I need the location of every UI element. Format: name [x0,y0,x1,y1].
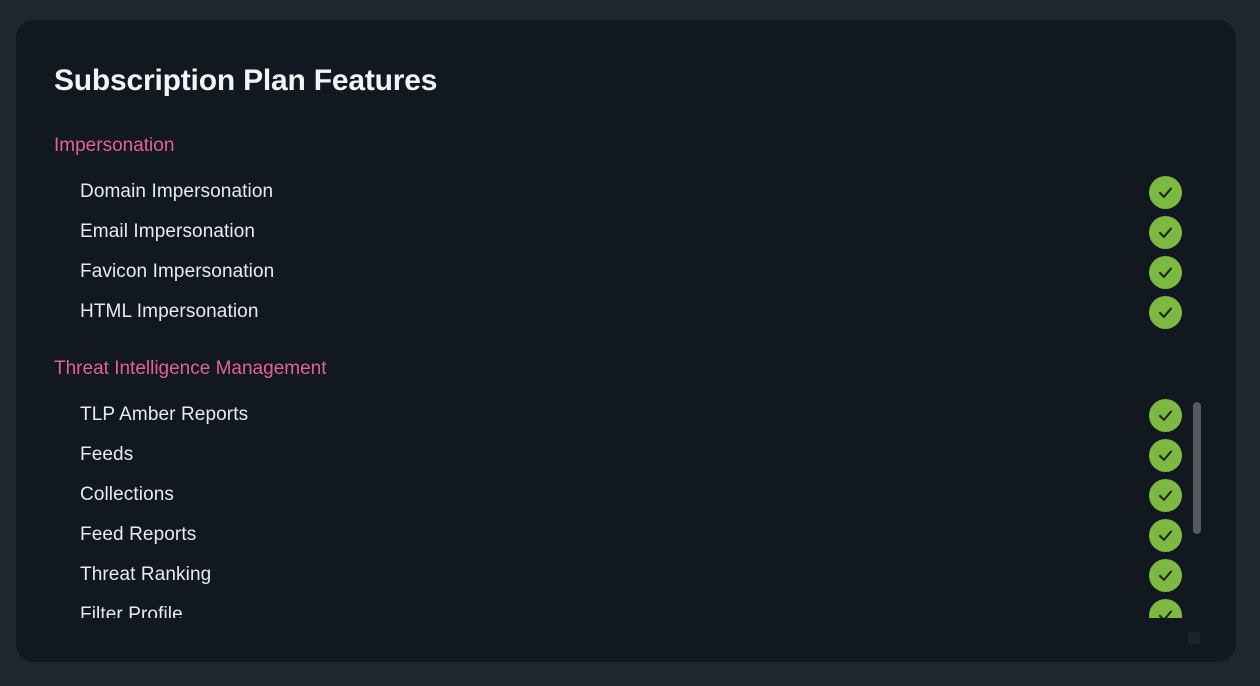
resize-grip-icon[interactable] [1188,632,1200,644]
feature-label: Collections [80,484,175,505]
page-title: Subscription Plan Features [54,64,438,97]
check-circle-icon [1149,175,1182,209]
feature-row: Feeds [16,435,1236,475]
check-circle-icon [1149,255,1182,289]
feature-row: Feed Reports [16,515,1236,555]
feature-label: Feed Reports [80,524,197,545]
check-circle-icon [1149,558,1182,592]
feature-row: Favicon Impersonation [16,252,1236,292]
card-inner: Subscription Plan Features Impersonation… [16,20,1236,662]
section-heading: Impersonation [54,135,175,156]
feature-row: HTML Impersonation [16,292,1236,332]
feature-row: Filter Profile [16,595,1236,618]
feature-label: Feeds [80,444,134,465]
feature-row: Collections [16,475,1236,515]
check-circle-icon [1149,398,1182,432]
check-circle-icon [1149,598,1182,618]
feature-label: TLP Amber Reports [80,404,249,425]
section-heading: Threat Intelligence Management [54,358,327,379]
feature-row: TLP Amber Reports [16,395,1236,435]
feature-row: Email Impersonation [16,212,1236,252]
feature-row: Domain Impersonation [16,172,1236,212]
page-root: Subscription Plan Features Impersonation… [0,0,1260,686]
features-scroll-viewport[interactable]: Impersonation Domain Impersonation Email I… [16,120,1236,618]
check-circle-icon [1149,518,1182,552]
feature-label: HTML Impersonation [80,301,259,322]
check-circle-icon [1149,438,1182,472]
vertical-scrollbar[interactable] [1190,382,1204,618]
feature-label: Domain Impersonation [80,181,274,202]
feature-label: Email Impersonation [80,221,256,242]
feature-row: Threat Ranking [16,555,1236,595]
feature-list: Domain Impersonation Email Impersonation F… [16,172,1236,332]
check-circle-icon [1149,295,1182,329]
check-circle-icon [1149,478,1182,512]
subscription-plan-features-card: Subscription Plan Features Impersonation… [16,20,1236,662]
feature-label: Favicon Impersonation [80,261,275,282]
scrollbar-thumb[interactable] [1193,402,1201,534]
feature-label: Filter Profile [80,604,183,618]
features-scroll-content: Impersonation Domain Impersonation Email I… [16,120,1236,618]
feature-list: TLP Amber Reports Feeds Collections Feed Re… [16,395,1236,618]
check-circle-icon [1149,215,1182,249]
feature-label: Threat Ranking [80,564,212,585]
